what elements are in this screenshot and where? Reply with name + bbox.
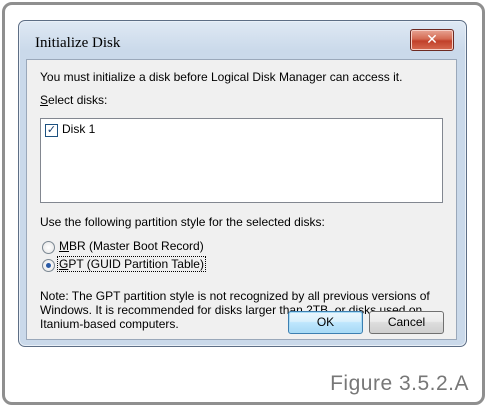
ok-button[interactable]: OK bbox=[288, 311, 363, 334]
disk-listbox[interactable]: ✓ Disk 1 bbox=[40, 118, 443, 203]
note-line-2: Windows. It is recommended for disks lar… bbox=[40, 303, 423, 317]
initialize-disk-dialog: Initialize Disk ✕ You must initialize a … bbox=[18, 20, 467, 347]
checkmark-icon: ✓ bbox=[46, 124, 57, 136]
mbr-radio[interactable] bbox=[42, 241, 55, 254]
cancel-button[interactable]: Cancel bbox=[369, 311, 444, 334]
partition-style-prompt: Use the following partition style for th… bbox=[40, 215, 325, 229]
disk-1-label: Disk 1 bbox=[62, 122, 96, 136]
disk-1-checkbox[interactable]: ✓ bbox=[45, 124, 58, 137]
dialog-body: You must initialize a disk before Logica… bbox=[26, 59, 457, 340]
intro-text: You must initialize a disk before Logica… bbox=[40, 70, 403, 84]
select-disks-label: Select disks: bbox=[40, 93, 108, 107]
radio-selected-dot bbox=[46, 263, 51, 268]
close-icon: ✕ bbox=[426, 31, 438, 47]
note-line-3: Itanium-based computers. bbox=[40, 317, 179, 331]
gpt-option-label[interactable]: GPT (GUID Partition Table) bbox=[57, 256, 206, 272]
mbr-option-label[interactable]: MBR (Master Boot Record) bbox=[59, 239, 204, 253]
close-button[interactable]: ✕ bbox=[410, 29, 454, 51]
dialog-title: Initialize Disk bbox=[35, 35, 121, 51]
note-line-1: Note: The GPT partition style is not rec… bbox=[40, 289, 430, 303]
gpt-radio[interactable] bbox=[42, 259, 55, 272]
figure-caption: Figure 3.5.2.A bbox=[330, 372, 469, 395]
